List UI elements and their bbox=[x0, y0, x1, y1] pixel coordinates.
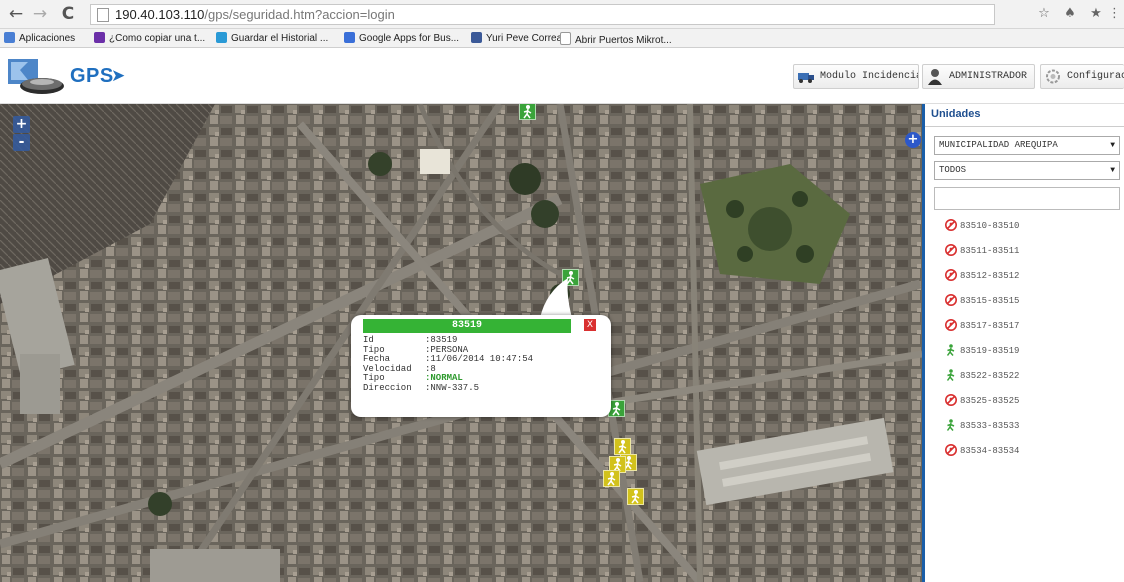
unit-label: 83517-83517 bbox=[960, 321, 1020, 331]
unit-list-item[interactable]: 83515-83515 bbox=[945, 294, 1019, 319]
unit-search-input[interactable] bbox=[934, 187, 1120, 210]
bookmark-item[interactable]: ¿Como copiar una t... bbox=[94, 32, 205, 45]
unit-label: 83512-83512 bbox=[960, 271, 1020, 281]
walking-person-icon bbox=[612, 402, 621, 416]
organization-select[interactable]: MUNICIPALIDAD AREQUIPA ▼ bbox=[934, 136, 1120, 155]
unit-label: 83519-83519 bbox=[960, 346, 1020, 356]
offline-status-icon bbox=[945, 319, 957, 331]
forward-arrow-icon[interactable]: → bbox=[30, 4, 50, 24]
reload-icon[interactable]: C bbox=[58, 4, 78, 24]
user-icon bbox=[928, 69, 942, 85]
offline-status-icon bbox=[945, 219, 957, 231]
bookmark-apps[interactable]: Aplicaciones bbox=[4, 32, 75, 45]
bookmark-favicon-icon bbox=[94, 32, 105, 43]
dropdown-arrow-icon: ▼ bbox=[1110, 141, 1115, 150]
units-sidebar: Unidades MUNICIPALIDAD AREQUIPA ▼ TODOS ▼ … bbox=[922, 104, 1124, 582]
unit-list-item[interactable]: 83517-83517 bbox=[945, 319, 1019, 344]
unit-label: 83515-83515 bbox=[960, 296, 1020, 306]
unit-list-item[interactable]: 83512-83512 bbox=[945, 269, 1019, 294]
page-icon bbox=[560, 32, 571, 45]
walking-person-icon bbox=[631, 490, 640, 504]
unit-label: 83534-83534 bbox=[960, 446, 1020, 456]
walking-person-icon bbox=[607, 472, 616, 486]
zoom-in-button[interactable]: + bbox=[13, 116, 30, 133]
gps-logo-icon bbox=[8, 59, 64, 94]
person-group-marker[interactable] bbox=[603, 470, 620, 487]
facebook-icon bbox=[471, 32, 482, 43]
unit-list-item[interactable]: 83522-83522 bbox=[945, 369, 1019, 394]
popup-tail bbox=[540, 278, 572, 318]
bookmark-favicon-icon bbox=[344, 32, 355, 43]
unit-list-item[interactable]: 83534-83534 bbox=[945, 444, 1019, 469]
browser-toolbar: ← → C 190.40.103.110/gps/seguridad.htm?a… bbox=[0, 0, 1124, 29]
popup-body: Id:83519 Tipo:PERSONA Fecha:11/06/2014 1… bbox=[363, 335, 533, 393]
popup-close-button[interactable]: X bbox=[584, 319, 596, 331]
divider bbox=[925, 126, 1124, 127]
walking-person-icon bbox=[618, 440, 627, 454]
bookmarks-bar: Aplicaciones ¿Como copiar una t... Guard… bbox=[0, 29, 1124, 48]
play-arrow-icon: ➤ bbox=[111, 66, 126, 86]
menu-icon[interactable]: ⋮ bbox=[1108, 5, 1121, 23]
unit-list-item[interactable]: 83511-83511 bbox=[945, 244, 1019, 269]
zoom-out-button[interactable]: - bbox=[13, 134, 30, 151]
unit-label: 83525-83525 bbox=[960, 396, 1020, 406]
walking-person-icon bbox=[946, 369, 955, 381]
walking-person-icon bbox=[946, 344, 955, 356]
person-marker[interactable] bbox=[519, 104, 536, 120]
star-icon[interactable]: ☆ bbox=[1035, 5, 1053, 23]
bookmark-item[interactable]: Guardar el Historial ... bbox=[216, 32, 328, 45]
extension-icon[interactable]: ★ bbox=[1087, 5, 1105, 23]
gear-icon bbox=[1046, 69, 1060, 84]
apps-grid-icon bbox=[4, 32, 15, 43]
layer-switcher-button[interactable]: + bbox=[905, 132, 921, 148]
popup-title: 83519 bbox=[363, 319, 571, 333]
offline-status-icon bbox=[945, 244, 957, 256]
bookmark-item[interactable]: Google Apps for Bus... bbox=[344, 32, 459, 45]
walking-person-icon bbox=[946, 419, 955, 431]
walking-person-icon bbox=[523, 105, 532, 119]
dropdown-arrow-icon: ▼ bbox=[1110, 166, 1115, 175]
incident-truck-icon bbox=[798, 73, 814, 83]
unit-list-item[interactable]: 83533-83533 bbox=[945, 419, 1019, 444]
offline-status-icon bbox=[945, 444, 957, 456]
offline-status-icon bbox=[945, 394, 957, 406]
bookmark-favicon-icon bbox=[216, 32, 227, 43]
unit-list-item[interactable]: 83519-83519 bbox=[945, 344, 1019, 369]
offline-status-icon bbox=[945, 269, 957, 281]
page-icon bbox=[97, 8, 109, 22]
app-header: GPS ➤ Modulo Incidencias ADMINISTRADOR C… bbox=[0, 48, 1124, 104]
unit-list-item[interactable]: 83525-83525 bbox=[945, 394, 1019, 419]
bookmark-item[interactable]: Yuri Peve Correa bbox=[471, 32, 562, 45]
unit-label: 83522-83522 bbox=[960, 371, 1020, 381]
person-group-marker[interactable] bbox=[627, 488, 644, 505]
unit-filter-select[interactable]: TODOS ▼ bbox=[934, 161, 1120, 180]
extension-icon[interactable]: ♠ bbox=[1061, 5, 1079, 23]
configuracion-button[interactable]: Configuracion bbox=[1040, 64, 1124, 89]
person-group-marker[interactable] bbox=[614, 438, 631, 455]
url-host: 190.40.103.110 bbox=[115, 7, 205, 22]
bookmark-item[interactable]: Abrir Puertos Mikrot... bbox=[560, 32, 672, 46]
url-bar[interactable]: 190.40.103.110/gps/seguridad.htm?accion=… bbox=[90, 4, 995, 25]
unit-list: 83510-83510 83511-83511 83512-83512 83515-8… bbox=[945, 219, 1019, 469]
unit-label: 83533-83533 bbox=[960, 421, 1020, 431]
unit-list-item[interactable]: 83510-83510 bbox=[945, 219, 1019, 244]
administrador-button[interactable]: ADMINISTRADOR bbox=[922, 64, 1035, 89]
offline-status-icon bbox=[945, 294, 957, 306]
sidebar-title: Unidades bbox=[931, 108, 981, 120]
back-arrow-icon[interactable]: ← bbox=[6, 4, 26, 24]
modulo-incidencias-button[interactable]: Modulo Incidencias bbox=[793, 64, 919, 89]
popup-row-direccion: Direccion:NNW-337.5 bbox=[363, 382, 480, 393]
unit-label: 83511-83511 bbox=[960, 246, 1020, 256]
app-logo-text: GPS bbox=[70, 65, 114, 87]
url-path: /gps/seguridad.htm?accion=login bbox=[204, 7, 395, 22]
unit-label: 83510-83510 bbox=[960, 221, 1020, 231]
